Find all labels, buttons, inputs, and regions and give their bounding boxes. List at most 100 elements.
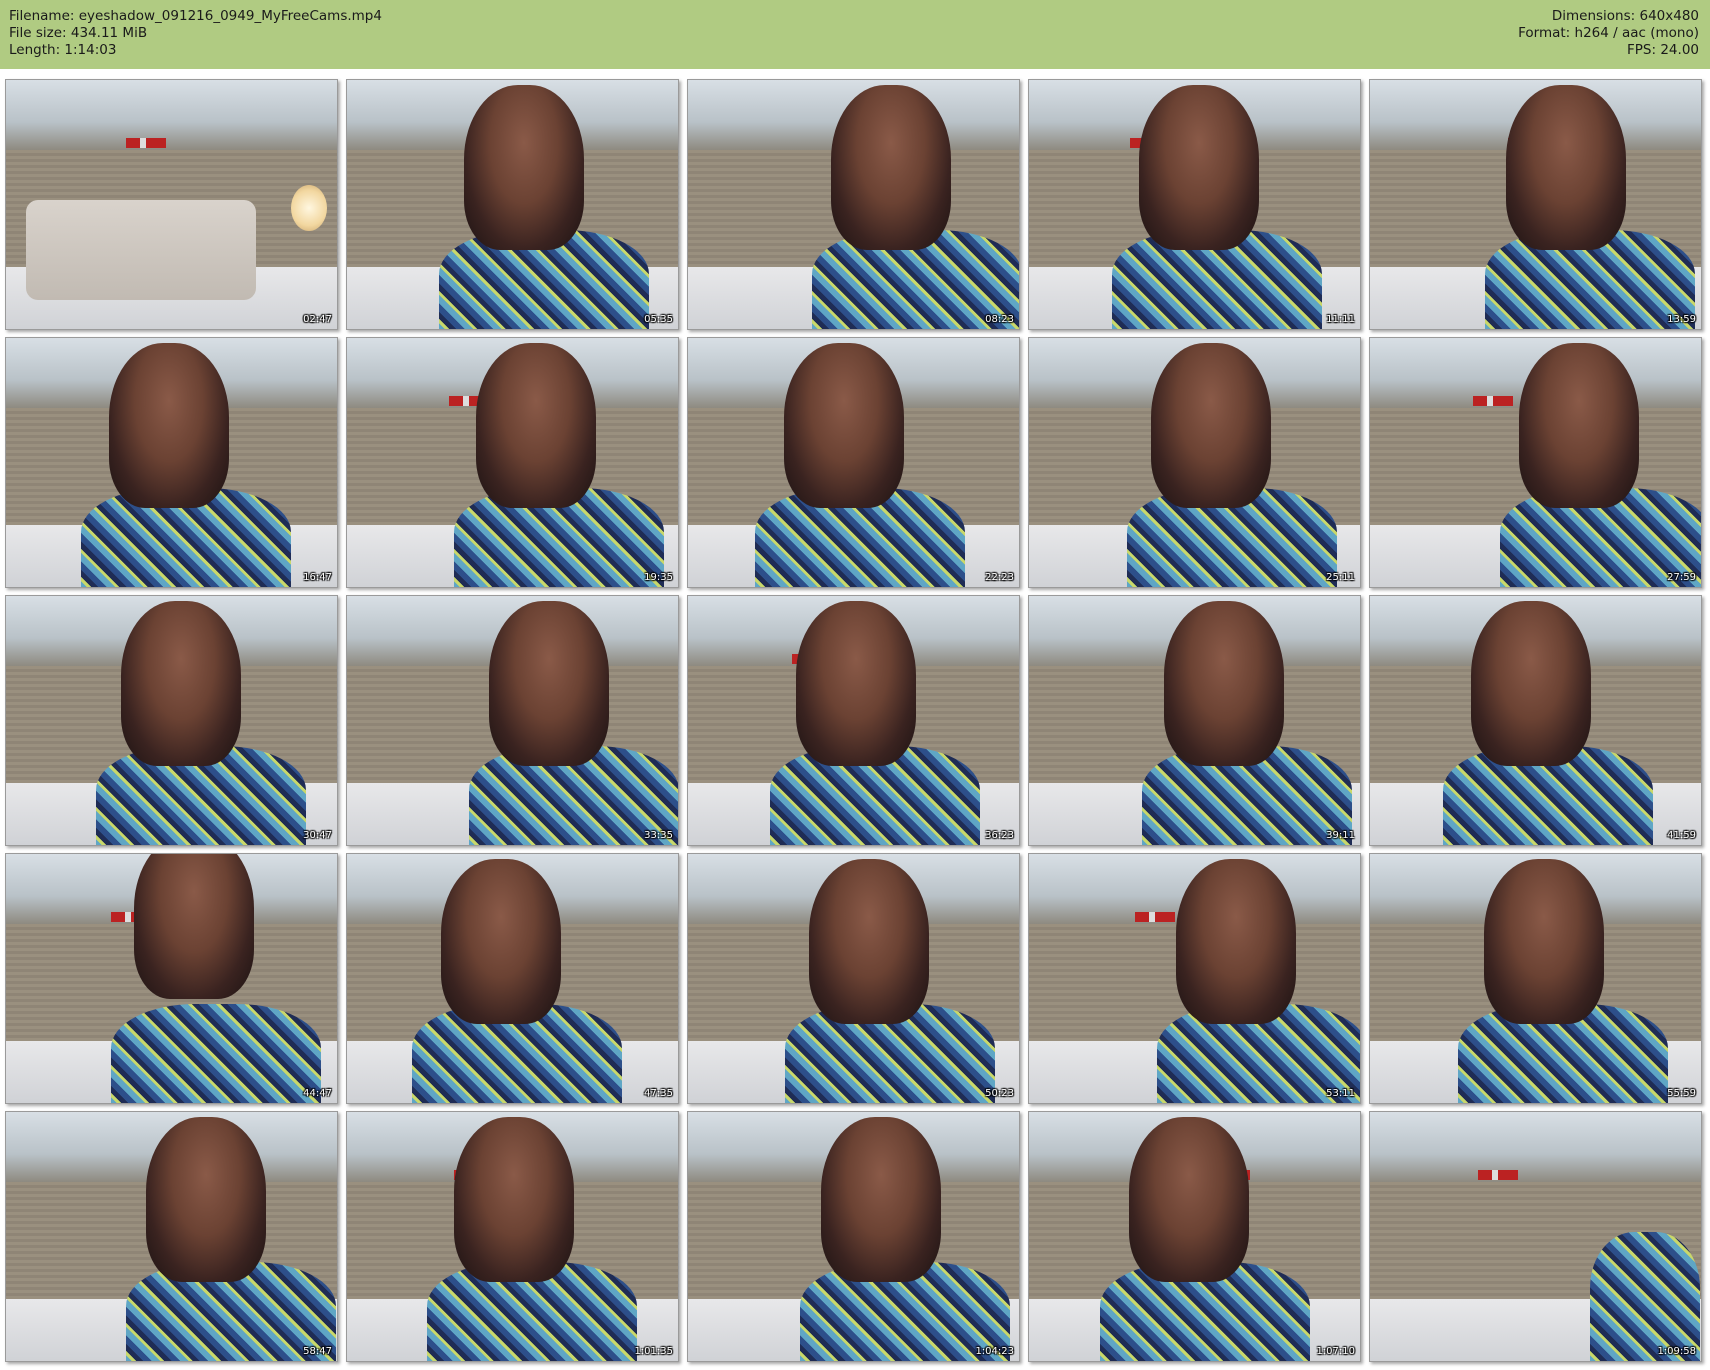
- person-figure: [808, 859, 929, 1024]
- thumbnail-image: [1029, 596, 1360, 845]
- timestamp-label: 53:11: [1326, 1088, 1355, 1099]
- person-figure: [1128, 1117, 1249, 1282]
- timestamp-label: 1:09:58: [1657, 1346, 1696, 1357]
- video-info: Dimensions: 640x480 Format: h264 / aac (…: [1518, 8, 1699, 59]
- thumbnail-image: [6, 338, 337, 587]
- thumbnail-image: [1370, 80, 1701, 329]
- thumbnail-image: [1029, 80, 1360, 329]
- thumbnail-image: [1029, 1112, 1360, 1361]
- fps-label: FPS: 24.00: [1627, 42, 1699, 58]
- person-figure: [453, 1117, 574, 1282]
- thumbnail-image: [688, 596, 1019, 845]
- thumbnail-frame: 16:47: [5, 337, 338, 588]
- thumbnail-image: [6, 596, 337, 845]
- file-info: Filename: eyeshadow_091216_0949_MyFreeCa…: [9, 8, 382, 59]
- wall-sign: [1135, 912, 1175, 922]
- timestamp-label: 08:23: [985, 314, 1014, 325]
- lamp: [291, 185, 327, 231]
- thumbnail-image: [688, 80, 1019, 329]
- person-figure: [821, 1117, 941, 1282]
- person-figure: [796, 601, 916, 766]
- person-figure: [1176, 859, 1296, 1024]
- person-figure: [476, 343, 596, 508]
- thumbnail-frame: 41:59: [1369, 595, 1702, 846]
- thumbnail-image: [1029, 338, 1360, 587]
- thumbnail-frame: 1:07:10: [1028, 1111, 1361, 1362]
- thumbnail-image: [347, 80, 678, 329]
- thumbnail-frame: 44:47: [5, 853, 338, 1104]
- timestamp-label: 05:35: [644, 314, 673, 325]
- thumbnail-image: [347, 338, 678, 587]
- person-figure: [1483, 859, 1604, 1024]
- thumbnail-frame: 11:11: [1028, 79, 1361, 330]
- timestamp-label: 41:59: [1667, 830, 1696, 841]
- thumbnail-image: [6, 854, 337, 1103]
- timestamp-label: 50:23: [985, 1088, 1014, 1099]
- dimensions-label: Dimensions: 640x480: [1551, 8, 1699, 24]
- person-figure: [1471, 601, 1591, 766]
- timestamp-label: 11:11: [1326, 314, 1355, 325]
- patterned-dress: [111, 1004, 321, 1103]
- thumbnail-image: [1370, 854, 1701, 1103]
- wall-background: [6, 80, 337, 150]
- thumbnail-frame: 50:23: [687, 853, 1020, 1104]
- timestamp-label: 25:11: [1326, 572, 1355, 583]
- format-label: Format: h264 / aac (mono): [1518, 25, 1699, 41]
- thumbnail-image: [347, 596, 678, 845]
- timestamp-label: 36:23: [985, 830, 1014, 841]
- timestamp-label: 39:11: [1326, 830, 1355, 841]
- thumbnail-image: [688, 338, 1019, 587]
- person-figure: [1163, 601, 1284, 766]
- thumbnail-image: [1370, 1112, 1701, 1361]
- wall-sign: [1473, 396, 1513, 406]
- person-figure: [146, 1117, 266, 1282]
- thumbnail-frame: 55:59: [1369, 853, 1702, 1104]
- timestamp-label: 1:01:35: [634, 1346, 673, 1357]
- timestamp-label: 02:47: [303, 314, 332, 325]
- thumbnail-frame: 33:35: [346, 595, 679, 846]
- timestamp-label: 47:35: [644, 1088, 673, 1099]
- timestamp-label: 33:35: [644, 830, 673, 841]
- thumbnail-frame: 39:11: [1028, 595, 1361, 846]
- thumbnail-image: [688, 854, 1019, 1103]
- wall-sign: [1478, 1170, 1518, 1180]
- thumbnail-frame: 1:01:35: [346, 1111, 679, 1362]
- length-label: Length: 1:14:03: [9, 42, 117, 58]
- timestamp-label: 27:59: [1667, 572, 1696, 583]
- timestamp-label: 13:59: [1667, 314, 1696, 325]
- thumbnail-frame: 47:35: [346, 853, 679, 1104]
- person-figure: [133, 854, 254, 999]
- pillow: [26, 200, 256, 300]
- thumbnail-grid: 02:47 05:35 08:23 11:11 13:59 16:47 19:35 22:23…: [0, 79, 1710, 1364]
- thumbnail-frame: 13:59: [1369, 79, 1702, 330]
- info-header: Filename: eyeshadow_091216_0949_MyFreeCa…: [0, 0, 1710, 69]
- person-figure: [1151, 343, 1271, 508]
- patterned-dress: [1590, 1232, 1700, 1361]
- filesize-label: File size: 434.11 MiB: [9, 25, 148, 41]
- thumbnail-frame: 58:47: [5, 1111, 338, 1362]
- timestamp-label: 58:47: [303, 1346, 332, 1357]
- thumbnail-image: [688, 1112, 1019, 1361]
- thumbnail-frame: 53:11: [1028, 853, 1361, 1104]
- person-figure: [121, 601, 241, 766]
- person-figure: [488, 601, 609, 766]
- thumbnail-frame: 02:47: [5, 79, 338, 330]
- timestamp-label: 1:04:23: [975, 1346, 1014, 1357]
- thumbnail-image: [1370, 596, 1701, 845]
- wall-sign: [126, 138, 166, 148]
- thumbnail-frame: 19:35: [346, 337, 679, 588]
- person-figure: [1138, 85, 1259, 250]
- thumbnail-image: [1370, 338, 1701, 587]
- thumbnail-image: [347, 854, 678, 1103]
- thumbnail-frame: 08:23: [687, 79, 1020, 330]
- timestamp-label: 44:47: [303, 1088, 332, 1099]
- timestamp-label: 19:35: [644, 572, 673, 583]
- person-figure: [463, 85, 584, 250]
- timestamp-label: 22:23: [985, 572, 1014, 583]
- timestamp-label: 1:07:10: [1316, 1346, 1355, 1357]
- thumbnail-frame: 27:59: [1369, 337, 1702, 588]
- thumbnail-frame: 25:11: [1028, 337, 1361, 588]
- person-figure: [441, 859, 561, 1024]
- thumbnail-image: [6, 80, 337, 329]
- wall-background: [1370, 1112, 1701, 1182]
